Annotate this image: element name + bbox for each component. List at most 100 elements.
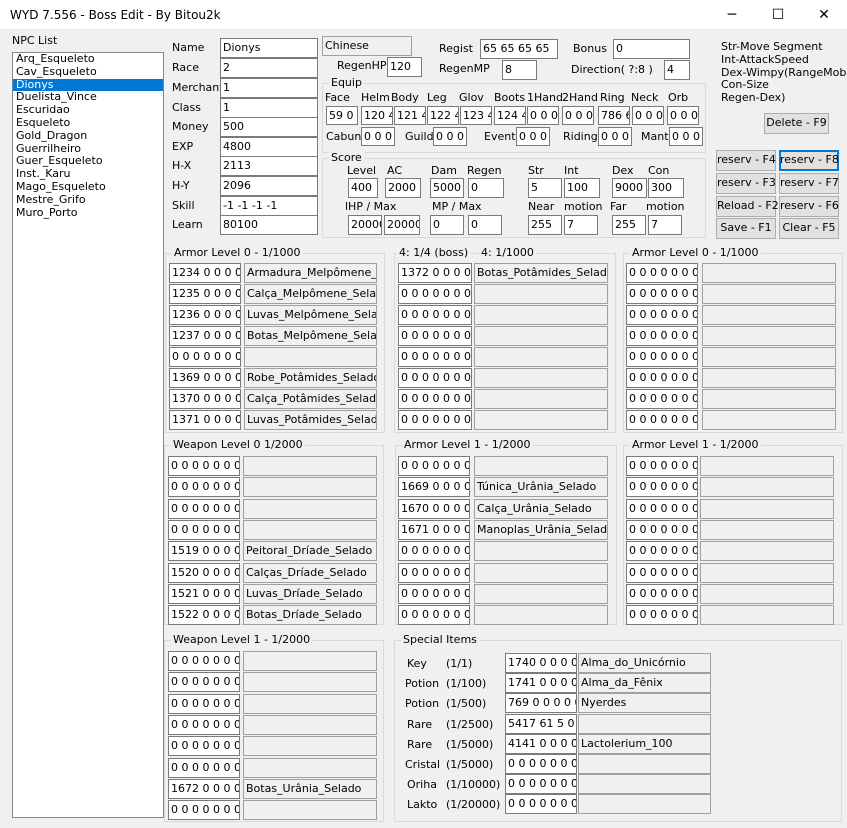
equip-field[interactable]: 0 0 0 0	[516, 127, 550, 146]
item-code-field[interactable]: 1237 0 0 0 0 0 0	[169, 326, 241, 346]
item-code-field[interactable]: 0 0 0 0 0 0 0	[626, 284, 698, 304]
item-code-field[interactable]: 0 0 0 0 0 0 0	[168, 714, 240, 735]
item-code-field[interactable]: 0 0 0 0 0 0 0	[626, 519, 698, 540]
special-item-code-field[interactable]: 5417 61 5 0 0	[505, 713, 577, 734]
item-code-field[interactable]: 0 0 0 0 0 0 0	[398, 456, 470, 476]
minimize-icon[interactable]: ─	[709, 0, 755, 30]
item-code-field[interactable]: 0 0 0 0 0 0 0	[626, 368, 698, 388]
score-field-con[interactable]: 300	[648, 178, 684, 198]
bonus-field[interactable]: 0	[613, 39, 690, 59]
maximize-icon[interactable]: ☐	[755, 0, 801, 30]
item-code-field[interactable]: 0 0 0 0 0 0 0	[626, 456, 698, 476]
equip-field[interactable]: 59 0 0	[326, 106, 358, 125]
npc-list-item[interactable]: Gold_Dragon	[13, 129, 163, 143]
item-code-field[interactable]: 0 0 0 0 0 0 0	[626, 541, 698, 562]
item-code-field[interactable]: 0 0 0 0 0 0 0	[626, 347, 698, 367]
score-field-motion1[interactable]: 7	[564, 215, 598, 235]
item-code-field[interactable]: 1371 0 0 0 0 0 0	[169, 410, 241, 430]
item-code-field[interactable]: 0 0 0 0 0 0 0	[398, 410, 472, 430]
field-learn[interactable]: 80100	[220, 215, 318, 235]
item-code-field[interactable]: 1672 0 0 0 0 0 0	[168, 778, 240, 799]
hp-field[interactable]: 20000	[348, 215, 382, 235]
item-code-field[interactable]: 1370 0 0 0 0 0 0	[169, 389, 241, 409]
npc-list-item[interactable]: Cav_Esqueleto	[13, 65, 163, 79]
item-code-field[interactable]: 1372 0 0 0 0 0 0	[398, 263, 472, 283]
item-code-field[interactable]: 0 0 0 0 0 0 0	[626, 263, 698, 283]
equip-field[interactable]: 124 41	[494, 106, 526, 125]
item-code-field[interactable]: 0 0 0 0 0 0 0	[398, 562, 470, 583]
score-field-near[interactable]: 255	[528, 215, 562, 235]
item-code-field[interactable]: 1519 0 0 0 0 0 0	[168, 541, 240, 562]
item-code-field[interactable]: 0 0 0 0 0 0 0	[626, 562, 698, 583]
score-field-str[interactable]: 5	[528, 178, 562, 198]
item-code-field[interactable]: 0 0 0 0 0 0 0	[168, 651, 240, 671]
special-item-code-field[interactable]: 0 0 0 0 0 0 0	[505, 794, 577, 815]
item-code-field[interactable]: 1521 0 0 0 0 0 0	[168, 583, 240, 604]
score-field-dex[interactable]: 9000	[612, 178, 647, 198]
item-code-field[interactable]: 1369 0 0 0 0 0 0	[169, 368, 241, 388]
score-field-motion2[interactable]: 7	[648, 215, 682, 235]
item-code-field[interactable]: 0 0 0 0 0 0 0	[398, 347, 472, 367]
item-code-field[interactable]: 0 0 0 0 0 0 0	[168, 736, 240, 757]
field-race[interactable]: 2	[220, 58, 318, 78]
score-field-ac[interactable]: 2000	[385, 178, 421, 198]
field-money[interactable]: 500	[220, 117, 318, 137]
equip-field[interactable]: 0 0 0 0	[598, 127, 632, 146]
equip-field[interactable]: 123 41	[460, 106, 492, 125]
field-hy[interactable]: 2096	[220, 176, 318, 196]
item-code-field[interactable]: 0 0 0 0 0 0 0	[626, 605, 698, 626]
score-field-far[interactable]: 255	[612, 215, 646, 235]
npc-list-item[interactable]: Esqueleto	[13, 116, 163, 130]
regen-mp-field[interactable]: 8	[502, 60, 537, 80]
npc-list-item[interactable]: Muro_Porto	[13, 206, 163, 220]
item-code-field[interactable]: 0 0 0 0 0 0 0	[398, 605, 470, 626]
special-item-code-field[interactable]: 1740 0 0 0 0 0 0	[505, 653, 577, 673]
button-f3[interactable]: reserv - F3	[716, 173, 776, 194]
score-field-dam[interactable]: 5000	[430, 178, 464, 198]
item-code-field[interactable]: 0 0 0 0 0 0 0	[626, 389, 698, 409]
special-item-code-field[interactable]: 769 0 0 0 0 0 0	[505, 693, 577, 714]
item-code-field[interactable]: 0 0 0 0 0 0 0	[398, 541, 470, 562]
equip-field[interactable]: 0 0 0 0	[669, 127, 703, 146]
npc-list-item[interactable]: Arq_Esqueleto	[13, 52, 163, 66]
field-exp[interactable]: 4800	[220, 137, 318, 157]
score-field-regen[interactable]: 0	[468, 178, 504, 198]
npc-list-item[interactable]: Mago_Esqueleto	[13, 180, 163, 194]
score-field-level[interactable]: 400	[348, 178, 378, 198]
item-code-field[interactable]: 0 0 0 0 0 0 0	[168, 672, 240, 693]
item-code-field[interactable]: 0 0 0 0 0 0 0	[398, 368, 472, 388]
special-item-code-field[interactable]: 4141 0 0 0 0 0 0	[505, 733, 577, 754]
button-f7[interactable]: reserv - F7	[779, 173, 839, 194]
item-code-field[interactable]: 0 0 0 0 0 0 0	[168, 498, 240, 519]
npc-list[interactable]: Arq_Esqueleto Cav_Esqueleto Dionys Duelista…	[12, 52, 164, 818]
button-f1[interactable]: Save - F1	[716, 218, 776, 239]
button-f4[interactable]: reserv - F4	[716, 150, 776, 171]
equip-field[interactable]: 120 41	[361, 106, 393, 125]
close-icon[interactable]: ✕	[801, 0, 847, 30]
item-code-field[interactable]: 0 0 0 0 0 0 0	[169, 347, 241, 367]
hp-max-field[interactable]: 20000	[384, 215, 420, 235]
delete-button[interactable]: Delete - F9	[764, 113, 829, 134]
item-code-field[interactable]: 0 0 0 0 0 0 0	[626, 498, 698, 519]
item-code-field[interactable]: 0 0 0 0 0 0 0	[168, 456, 240, 476]
item-code-field[interactable]: 0 0 0 0 0 0 0	[398, 305, 472, 325]
item-code-field[interactable]: 1520 0 0 0 0 0 0	[168, 562, 240, 583]
item-code-field[interactable]: 0 0 0 0 0 0 0	[168, 519, 240, 540]
field-name[interactable]: Dionys	[220, 38, 318, 58]
item-code-field[interactable]: 0 0 0 0 0 0 0	[398, 284, 472, 304]
equip-field[interactable]: 122 41	[427, 106, 459, 125]
item-code-field[interactable]: 0 0 0 0 0 0 0	[168, 693, 240, 714]
mp-field[interactable]: 0	[430, 215, 464, 235]
item-code-field[interactable]: 0 0 0 0 0 0 0	[398, 389, 472, 409]
equip-field[interactable]: 786 66	[598, 106, 630, 125]
item-code-field[interactable]: 1669 0 0 0 0 0 0	[398, 477, 470, 498]
item-code-field[interactable]: 0 0 0 0 0 0 0	[168, 757, 240, 778]
equip-field[interactable]: 0 0 0 0	[667, 106, 699, 125]
npc-list-item[interactable]: Mestre_Grifo	[13, 193, 163, 207]
equip-field[interactable]: 0 0 0 0	[632, 106, 664, 125]
item-code-field[interactable]: 0 0 0 0 0 0 0	[626, 326, 698, 346]
regist-field[interactable]: 65 65 65 65	[480, 39, 558, 59]
item-code-field[interactable]: 0 0 0 0 0 0 0	[398, 326, 472, 346]
item-code-field[interactable]: 0 0 0 0 0 0 0	[626, 305, 698, 325]
regen-hp-field[interactable]: 120	[387, 57, 422, 77]
